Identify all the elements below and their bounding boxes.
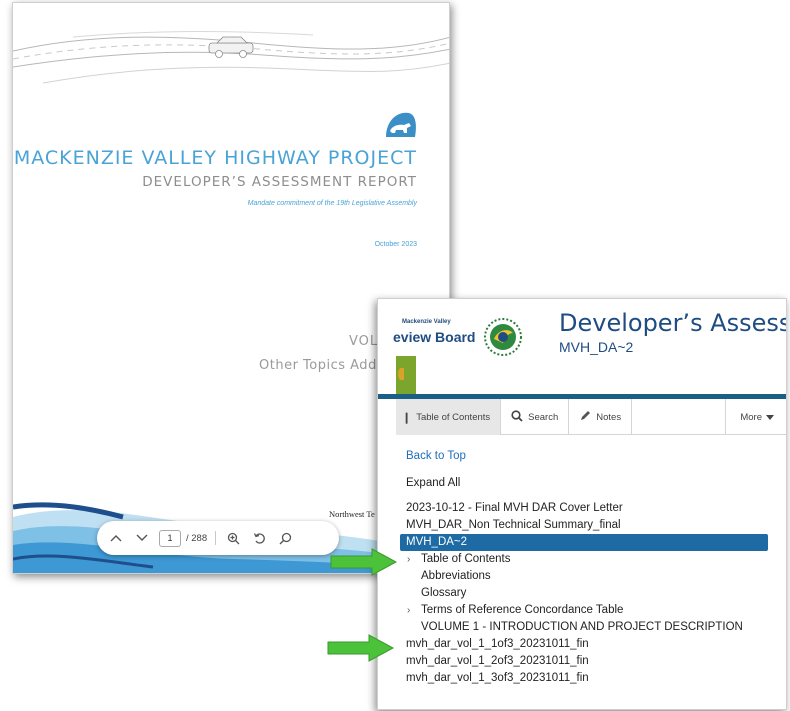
rotate-icon[interactable] [250,529,268,547]
expand-all-button[interactable]: Expand All [406,474,776,492]
tab-label: Search [528,411,559,423]
search-icon[interactable] [276,529,294,547]
green-arrow-icon [327,634,395,662]
chevron-right-icon[interactable]: › [407,551,410,568]
toc-item-table-of-contents[interactable]: › Table of Contents [406,551,776,568]
tab-search[interactable]: Search [501,399,570,435]
pdf-page-toolbar: 1 / 288 [97,521,339,555]
search-icon [511,409,523,425]
tab-table-of-contents[interactable]: ❙ Table of Contents [396,399,502,435]
toc-item-abbreviations[interactable]: Abbreviations [406,568,776,585]
toc-item-glossary[interactable]: Glossary [406,585,776,602]
toc-item-cover-letter[interactable]: 2023-10-12 - Final MVH DAR Cover Letter [406,500,776,517]
document-title: MACKENZIE VALLEY HIGHWAY PROJECT [13,147,417,169]
board-name-small: Mackenzie Valley [402,319,451,325]
toolbar-divider [215,531,217,545]
board-name: eview Board [393,329,476,345]
tab-label: More [740,411,762,423]
chevron-right-icon[interactable]: › [407,602,410,619]
green-arrow-icon [330,548,398,576]
toc-item-vol1-part2[interactable]: mvh_dar_vol_1_2of3_20231011_fin [406,653,776,670]
tab-bar-spacer [632,399,727,435]
chevron-up-icon[interactable] [107,529,125,547]
pencil-icon [579,410,591,425]
mandate-line: Mandate commitment of the 19th Legislati… [247,200,417,207]
toc-item-vol1-part1[interactable]: mvh_dar_vol_1_1of3_20231011_fin [406,636,776,653]
volume-title: Other Topics Addr [259,358,383,373]
review-board-seal-logo [484,318,522,356]
toc-item-label: Terms of Reference Concordance Table [421,604,624,616]
page-total: / 288 [186,532,208,544]
viewer-tab-bar: ❙ Table of Contents Search Notes More [396,399,786,435]
screenshot-stage: MACKENZIE VALLEY HIGHWAY PROJECT DEVELOP… [0,0,790,711]
toc-item-volume-1[interactable]: VOLUME 1 - INTRODUCTION AND PROJECT DESC… [406,619,776,636]
toc-item-vol1-part3[interactable]: mvh_dar_vol_1_3of3_20231011_fin [406,670,776,687]
toc-icon: ❙ [402,411,412,424]
tab-label: Table of Contents [416,411,491,423]
banner-image [396,356,416,394]
document-subtitle: DEVELOPER’S ASSESSMENT REPORT [142,174,417,190]
toc-item-label: Table of Contents [421,553,511,565]
table-of-contents-tree: Back to Top Expand All 2023-10-12 - Fina… [400,447,776,687]
zoom-in-icon[interactable] [224,529,242,547]
toc-item-non-technical-summary[interactable]: MVH_DAR_Non Technical Summary_final [406,517,776,534]
document-date: October 2023 [374,241,417,248]
page-number-input[interactable]: 1 [159,529,181,547]
toc-item-terms-of-reference[interactable]: › Terms of Reference Concordance Table [406,602,776,619]
chevron-down-icon[interactable] [133,529,151,547]
toc-item-list: 2023-10-12 - Final MVH DAR Cover Letter … [400,500,776,687]
toc-item-mvh-da2-selected[interactable]: MVH_DA~2 [400,534,768,551]
back-to-top-link[interactable]: Back to Top [406,447,776,465]
review-board-viewer: Mackenzie Valley eview Board Developer’s… [377,298,787,710]
document-heading: Developer’s Assessme [559,309,786,337]
caret-down-icon [766,412,774,423]
tab-notes[interactable]: Notes [569,399,633,435]
document-name: MVH_DA~2 [559,339,634,355]
more-menu-button[interactable]: More [726,399,786,435]
tab-label: Notes [596,411,622,423]
gnwt-polar-bear-logo [386,112,416,137]
highway-illustration [13,31,449,84]
